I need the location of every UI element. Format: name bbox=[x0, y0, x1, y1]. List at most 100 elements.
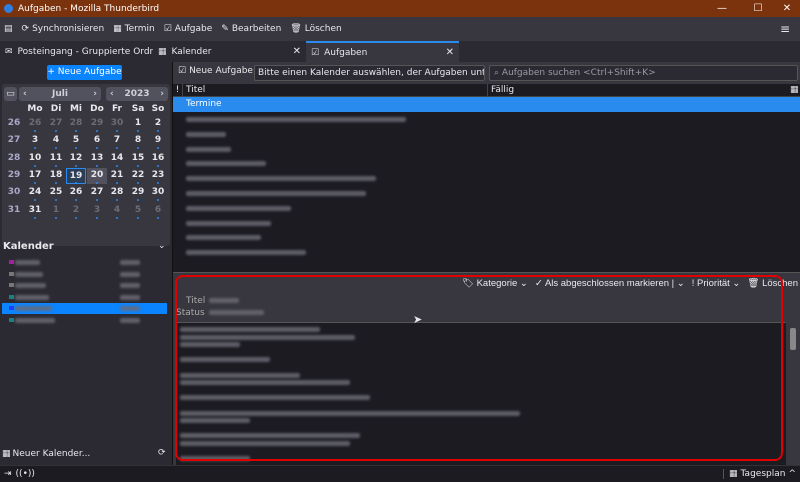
close-button[interactable]: ✕ bbox=[772, 0, 800, 17]
event-dot bbox=[116, 216, 118, 219]
tab-inbox[interactable]: ✉ Posteingang - Gruppierte Ordne bbox=[0, 41, 153, 62]
weekday-label: Mi bbox=[69, 104, 83, 114]
delete-label: Löschen bbox=[304, 24, 342, 34]
edit-button[interactable]: ✎ Bearbeiten bbox=[221, 24, 281, 34]
tab-tasks[interactable]: ☑ Aufgaben ✕ bbox=[306, 41, 459, 62]
next-year-button[interactable]: › bbox=[160, 89, 164, 99]
title-column-header[interactable]: Titel bbox=[183, 84, 488, 97]
today-pane-button[interactable]: ▦ Tagesplan ^ bbox=[723, 469, 796, 479]
event-dot bbox=[75, 181, 77, 184]
event-dot bbox=[75, 216, 77, 219]
trash-icon: 🗑 bbox=[290, 24, 302, 34]
close-tab-icon[interactable]: ✕ bbox=[293, 46, 301, 57]
calendar-item[interactable] bbox=[15, 260, 40, 265]
column-picker-icon[interactable]: ▦ bbox=[790, 84, 800, 97]
search-placeholder: Aufgaben suchen <Ctrl+Shift+K> bbox=[501, 68, 656, 78]
quick-add-input[interactable] bbox=[254, 65, 485, 81]
new-task-toolbar-button[interactable]: ☑ Aufgabe bbox=[164, 24, 213, 34]
weekday-label: Do bbox=[90, 104, 104, 114]
chevron-up-icon: ^ bbox=[788, 469, 796, 479]
calendar-item-controls[interactable] bbox=[120, 317, 140, 323]
today-icon[interactable]: ▭ bbox=[4, 87, 17, 101]
event-dot bbox=[55, 181, 57, 184]
week-number: 28 bbox=[7, 152, 21, 163]
task-row[interactable] bbox=[186, 176, 376, 182]
offline-toggle-icon[interactable]: ⇥ bbox=[4, 469, 12, 479]
task-row[interactable] bbox=[186, 131, 226, 137]
calendar-item-controls[interactable] bbox=[120, 260, 140, 265]
new-task-inline-button[interactable]: ☑ Neue Aufgabe bbox=[178, 66, 253, 76]
calendar-color-swatch bbox=[9, 317, 14, 322]
calendar-item-controls[interactable] bbox=[120, 271, 140, 277]
delete-button[interactable]: 🗑 Löschen bbox=[290, 24, 341, 34]
minimize-button[interactable]: — bbox=[707, 0, 737, 17]
tab-calendar[interactable]: ▦ Kalender ✕ bbox=[153, 41, 306, 62]
description-scrollbar[interactable] bbox=[790, 328, 796, 350]
week-number: 29 bbox=[7, 169, 21, 180]
event-dot bbox=[34, 216, 36, 219]
event-dot bbox=[34, 181, 36, 184]
calendar-item-controls[interactable] bbox=[120, 306, 140, 311]
new-calendar-label: Neuer Kalender... bbox=[12, 449, 91, 459]
status-bar: ⇥ ((•)) ▦ Tagesplan ^ bbox=[0, 465, 800, 482]
calendar-icon: ▦ bbox=[2, 449, 11, 459]
event-dot bbox=[157, 216, 159, 219]
calendar-item[interactable] bbox=[15, 271, 43, 277]
prev-month-button[interactable]: ‹ bbox=[23, 89, 27, 99]
year-label: 2023 bbox=[124, 89, 150, 99]
sync-icon: ⟳ bbox=[21, 24, 30, 34]
calendar-color-swatch bbox=[9, 260, 14, 264]
event-dot bbox=[55, 216, 57, 219]
calendars-heading: Kalender bbox=[3, 241, 54, 252]
tab-label: Kalender bbox=[171, 46, 212, 57]
new-event-button[interactable]: ▦ Termin bbox=[113, 24, 155, 34]
sidebar-toggle-icon[interactable]: ▤ bbox=[4, 24, 13, 34]
task-row[interactable] bbox=[186, 220, 271, 226]
task-row[interactable] bbox=[186, 191, 366, 196]
window-title: Aufgaben - Mozilla Thunderbird bbox=[18, 3, 160, 14]
event-dot bbox=[96, 181, 98, 184]
week-number: 26 bbox=[7, 118, 21, 128]
today-pane-label: Tagesplan bbox=[740, 469, 786, 479]
calendar-icon: ▦ bbox=[113, 24, 122, 34]
calendar-item-controls[interactable] bbox=[120, 283, 140, 288]
task-group-row[interactable]: Termine bbox=[173, 97, 800, 112]
task-row[interactable] bbox=[186, 146, 231, 152]
refresh-icon[interactable]: ⟳ bbox=[158, 448, 166, 458]
close-tab-icon[interactable]: ✕ bbox=[446, 47, 454, 58]
due-column-header[interactable]: Fällig bbox=[488, 84, 790, 97]
task-icon: ☑ bbox=[163, 24, 172, 34]
weekday-label: Fr bbox=[111, 104, 122, 114]
calendar-item[interactable] bbox=[15, 306, 52, 311]
next-month-button[interactable]: › bbox=[93, 89, 97, 99]
sync-button[interactable]: ⟳ Synchronisieren bbox=[22, 24, 105, 34]
title-bar: Aufgaben - Mozilla Thunderbird — ☐ ✕ bbox=[0, 0, 800, 17]
new-calendar-button[interactable]: ▦ Neuer Kalender... bbox=[2, 449, 90, 459]
tab-bar: ✉ Posteingang - Gruppierte Ordne ▦ Kalende… bbox=[0, 41, 800, 62]
task-search-input[interactable]: ⌕ Aufgaben suchen <Ctrl+Shift+K> bbox=[489, 65, 798, 81]
mail-icon: ✉ bbox=[5, 46, 13, 57]
collapse-chevron-icon[interactable]: ⌄ bbox=[158, 241, 166, 251]
task-row[interactable] bbox=[186, 117, 406, 122]
week-number: 27 bbox=[7, 135, 21, 146]
event-dot bbox=[137, 130, 139, 132]
calendar-item-controls[interactable] bbox=[120, 294, 140, 300]
prev-year-button[interactable]: ‹ bbox=[110, 89, 114, 99]
mouse-cursor-icon: ➤ bbox=[413, 313, 423, 326]
task-row[interactable] bbox=[186, 250, 306, 256]
event-label: Termin bbox=[124, 24, 155, 34]
task-row[interactable] bbox=[186, 205, 291, 211]
calendar-item[interactable] bbox=[15, 317, 55, 323]
priority-column-header[interactable]: ! bbox=[173, 84, 183, 97]
task-label: Aufgabe bbox=[174, 24, 213, 34]
new-task-button[interactable]: + Neue Aufgabe bbox=[47, 65, 122, 80]
maximize-button[interactable]: ☐ bbox=[743, 0, 773, 17]
calendar-item[interactable] bbox=[15, 283, 46, 288]
app-menu-button[interactable]: ≡ bbox=[780, 22, 790, 36]
thunderbird-logo-icon bbox=[4, 4, 13, 13]
task-row[interactable] bbox=[186, 235, 261, 241]
calendar-item[interactable] bbox=[15, 294, 49, 300]
weekday-label: Mo bbox=[27, 104, 43, 114]
task-row[interactable] bbox=[186, 161, 266, 167]
event-dot bbox=[96, 130, 98, 132]
